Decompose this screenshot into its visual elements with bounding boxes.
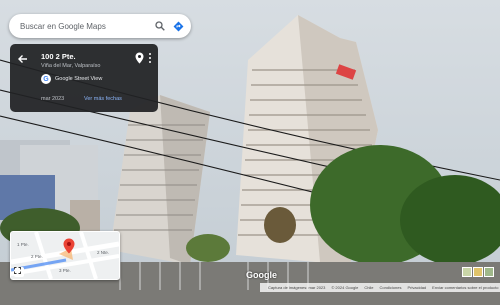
street-label: 1 Pte.	[17, 242, 29, 247]
map-pin-icon[interactable]	[135, 51, 144, 64]
thumbnail[interactable]	[484, 267, 494, 277]
privacy-link[interactable]: Privacidad	[407, 285, 426, 290]
more-options-icon[interactable]	[148, 51, 152, 63]
thumbnail[interactable]	[462, 267, 472, 277]
street-view-source: G Google Street View	[41, 74, 102, 84]
directions-icon[interactable]	[169, 17, 187, 35]
capture-info: Captura de imágenes: mar 2023	[268, 285, 326, 290]
location-info-card: 100 2 Pte. Viña del Mar, Valparaíso G Go…	[10, 44, 158, 112]
locality-text: Viña del Mar, Valparaíso	[41, 63, 101, 69]
location-pin-icon	[63, 238, 75, 254]
expand-map-icon[interactable]	[14, 267, 24, 277]
country-link[interactable]: Chile	[364, 285, 373, 290]
mini-map[interactable]: 1 Pte. 2 Pte. 3 Pte. 2 Nte.	[10, 231, 120, 280]
feedback-link[interactable]: Enviar comentarios sobre el producto	[432, 285, 498, 290]
capture-date: mar 2023	[41, 96, 65, 102]
street-label: 2 Pte.	[31, 254, 43, 259]
footer-bar: Captura de imágenes: mar 2023 © 2024 Goo…	[260, 283, 500, 292]
terms-link[interactable]: Condiciones	[379, 285, 401, 290]
back-arrow-icon[interactable]	[17, 52, 29, 64]
search-input[interactable]: Buscar en Google Maps	[9, 22, 151, 31]
source-label: Google Street View	[55, 76, 103, 82]
google-logo: Google	[246, 270, 277, 280]
street-label: 3 Pte.	[59, 268, 71, 273]
street-label: 2 Nte.	[97, 250, 110, 255]
more-dates-link[interactable]: Ver más fechas	[84, 96, 122, 102]
photo-strip-toggle[interactable]	[462, 267, 494, 279]
search-icon[interactable]	[151, 17, 169, 35]
google-g-icon: G	[41, 74, 51, 84]
search-box[interactable]: Buscar en Google Maps	[9, 14, 191, 38]
thumbnail[interactable]	[473, 267, 483, 277]
address-title: 100 2 Pte.	[41, 52, 76, 61]
copyright: © 2024 Google	[331, 285, 359, 290]
